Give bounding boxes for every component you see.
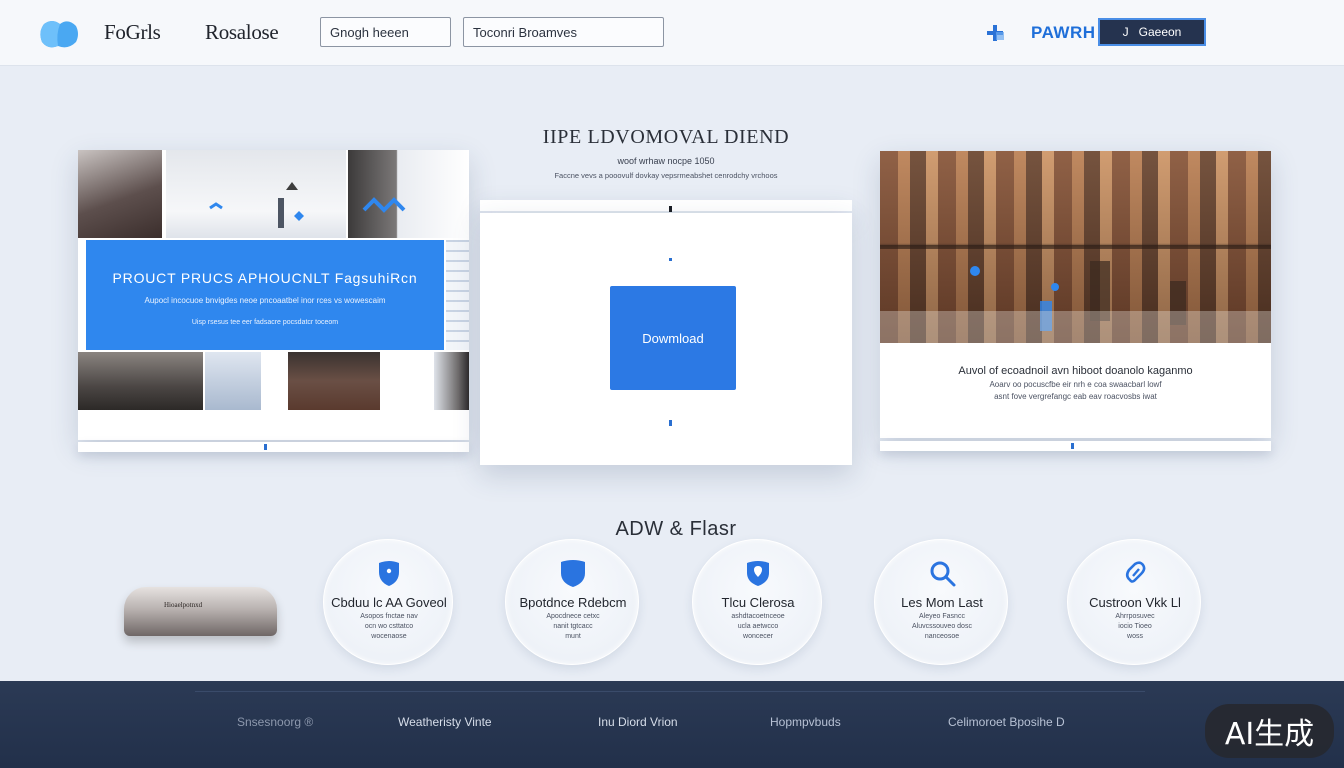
marker-dot xyxy=(669,258,672,261)
footer-link-2[interactable]: Weatheristy Vinte xyxy=(398,715,492,729)
feature-text: Apocdnece cetxc xyxy=(546,613,600,620)
promo-subtext: Uisp rsesus tee eer fadsacre pocsdatcr t… xyxy=(191,319,339,326)
edge-photo xyxy=(434,352,469,410)
feature-item-2[interactable]: Bpotdnce Rdebcm Apocdnece cetxc nanit tg… xyxy=(505,539,639,665)
nav-link-1[interactable]: FoGrls xyxy=(104,20,161,45)
footer-link-4[interactable]: Hopmpvbuds xyxy=(770,715,841,729)
decor-icon xyxy=(209,182,304,228)
feature-item-4[interactable]: Les Mom Last Aleyeo Fasncc Aluvcssouveo … xyxy=(874,539,1008,665)
link-icon xyxy=(1125,561,1146,583)
right-card-line: asnt fove vergrefangc eab eav roacvosbs … xyxy=(994,392,1157,401)
pager-dot[interactable] xyxy=(264,444,267,450)
product-label: Hioaelpotnxd xyxy=(164,601,203,609)
card-footer-bar xyxy=(880,441,1271,451)
center-subtitle: woof wrhaw nocpe 1050 xyxy=(617,156,715,166)
feature-text: ocn wo csttatco xyxy=(364,623,414,630)
download-button[interactable]: Dowmload xyxy=(610,286,736,390)
feature-text: Ahrrposuvec xyxy=(1115,613,1155,620)
button-icon: J xyxy=(1122,25,1129,39)
pin-icon xyxy=(747,561,769,586)
right-card-heading: Auvol of ecoadnoil avn hiboot doanolo ka… xyxy=(958,365,1193,377)
feature-text: Aluvcssouveo dosc xyxy=(912,623,972,630)
plus-user-icon[interactable] xyxy=(984,22,1006,44)
card-footer-bar xyxy=(78,442,469,452)
promo-text: Aupocl incocuoe bnvigdes neoe pncoaatbel… xyxy=(144,296,386,305)
button-label: Gaeeon xyxy=(1138,25,1182,39)
header: FoGrls Rosalose PAWRH J Gaeeon xyxy=(0,0,1344,66)
room-photo xyxy=(78,150,162,238)
promo-title: PROUCT PRUCS APHOUCNLT FagsuhiRcn xyxy=(112,270,418,286)
hall-photo xyxy=(288,352,380,410)
chevron-icon xyxy=(362,197,406,213)
footer: Snsesnoorg ® Weatheristy Vinte Inu Diord… xyxy=(0,681,1344,768)
curtain-photo xyxy=(348,150,469,238)
feature-text: ucla aetwcco xyxy=(737,623,779,630)
pager-dot[interactable] xyxy=(669,420,672,426)
factory-photo xyxy=(78,352,203,410)
showroom-detail-icon xyxy=(880,245,1271,343)
header-action-button[interactable]: J Gaeeon xyxy=(1098,18,1206,46)
feature-text: ashdtacoetnceoe xyxy=(731,613,785,620)
interior-photo xyxy=(166,150,346,238)
feature-title: Cbduu lc AA Goveol xyxy=(331,595,447,610)
feature-title: Les Mom Last xyxy=(901,595,983,610)
feature-item-1[interactable]: Cbduu lc AA Goveol Asopos fnctae nav ocn… xyxy=(323,539,453,665)
showroom-photo xyxy=(880,151,1271,343)
shield-icon xyxy=(561,560,585,587)
center-description: Faccne vevs a pooovulf dovkay vepsrmeabs… xyxy=(554,171,778,180)
nav-link-2[interactable]: Rosalose xyxy=(205,20,279,45)
right-card-text: Auvol of ecoadnoil avn hiboot doanolo ka… xyxy=(880,365,1271,401)
footer-divider xyxy=(195,691,1145,692)
product-card-right[interactable]: Auvol of ecoadnoil avn hiboot doanolo ka… xyxy=(880,151,1271,451)
product-card-left[interactable]: PROUCT PRUCS APHOUCNLT FagsuhiRcn Aupocl… xyxy=(78,150,469,452)
filter-input[interactable] xyxy=(463,17,664,47)
feature-title: Bpotdnce Rdebcm xyxy=(519,595,627,610)
feature-text: wocenaose xyxy=(371,633,407,640)
center-title: IIPE LDVOMOVAL DIEND xyxy=(542,126,790,148)
center-card-tab xyxy=(480,200,852,212)
brand-name[interactable]: PAWRH xyxy=(1031,23,1096,43)
feature-text: munt xyxy=(565,633,581,640)
footer-link-3[interactable]: Inu Diord Vrion xyxy=(598,715,678,729)
center-header: IIPE LDVOMOVAL DIEND woof wrhaw nocpe 10… xyxy=(480,126,852,180)
promo-banner[interactable]: PROUCT PRUCS APHOUCNLT FagsuhiRcn Aupocl… xyxy=(86,240,444,350)
search-icon xyxy=(930,561,956,587)
tab-dot xyxy=(669,206,672,212)
feature-text: woncecer xyxy=(743,633,773,640)
feature-text: Asopos fnctae nav xyxy=(360,613,418,620)
features-title: ADW & Flasr xyxy=(615,518,737,540)
footer-link-1[interactable]: Snsesnoorg ® xyxy=(237,715,313,729)
search-input[interactable] xyxy=(320,17,451,47)
blinds-photo xyxy=(446,240,469,350)
ai-generated-badge: AI生成 xyxy=(1205,704,1334,758)
feature-item-3[interactable]: Tlcu Clerosa ashdtacoetnceoe ucla aetwcc… xyxy=(692,539,822,665)
feature-text: Aleyeo Fasncc xyxy=(919,613,965,620)
right-card-line: Aoarv oo pocuscfbe eir nrh e coa swaacba… xyxy=(989,380,1162,389)
pager-dot[interactable] xyxy=(1071,443,1074,449)
feature-title: Custroon Vkk Ll xyxy=(1089,595,1181,610)
download-card: Dowmload xyxy=(480,213,852,465)
feature-text: nanit tgtcacc xyxy=(553,623,593,630)
logo-icon[interactable] xyxy=(38,16,80,50)
feature-text: nanceosoe xyxy=(924,633,960,640)
feature-text: woss xyxy=(1127,633,1143,640)
feature-item-5[interactable]: Custroon Vkk Ll Ahrrposuvec iocio Tioeo … xyxy=(1067,539,1201,665)
footer-link-5[interactable]: Celimoroet Bposihe D xyxy=(948,715,1065,729)
feature-title: Tlcu Clerosa xyxy=(721,595,795,610)
sky-photo xyxy=(205,352,261,410)
shield-icon xyxy=(379,561,399,586)
feature-text: iocio Tioeo xyxy=(1118,623,1152,630)
product-image: Hioaelpotnxd xyxy=(124,587,277,636)
